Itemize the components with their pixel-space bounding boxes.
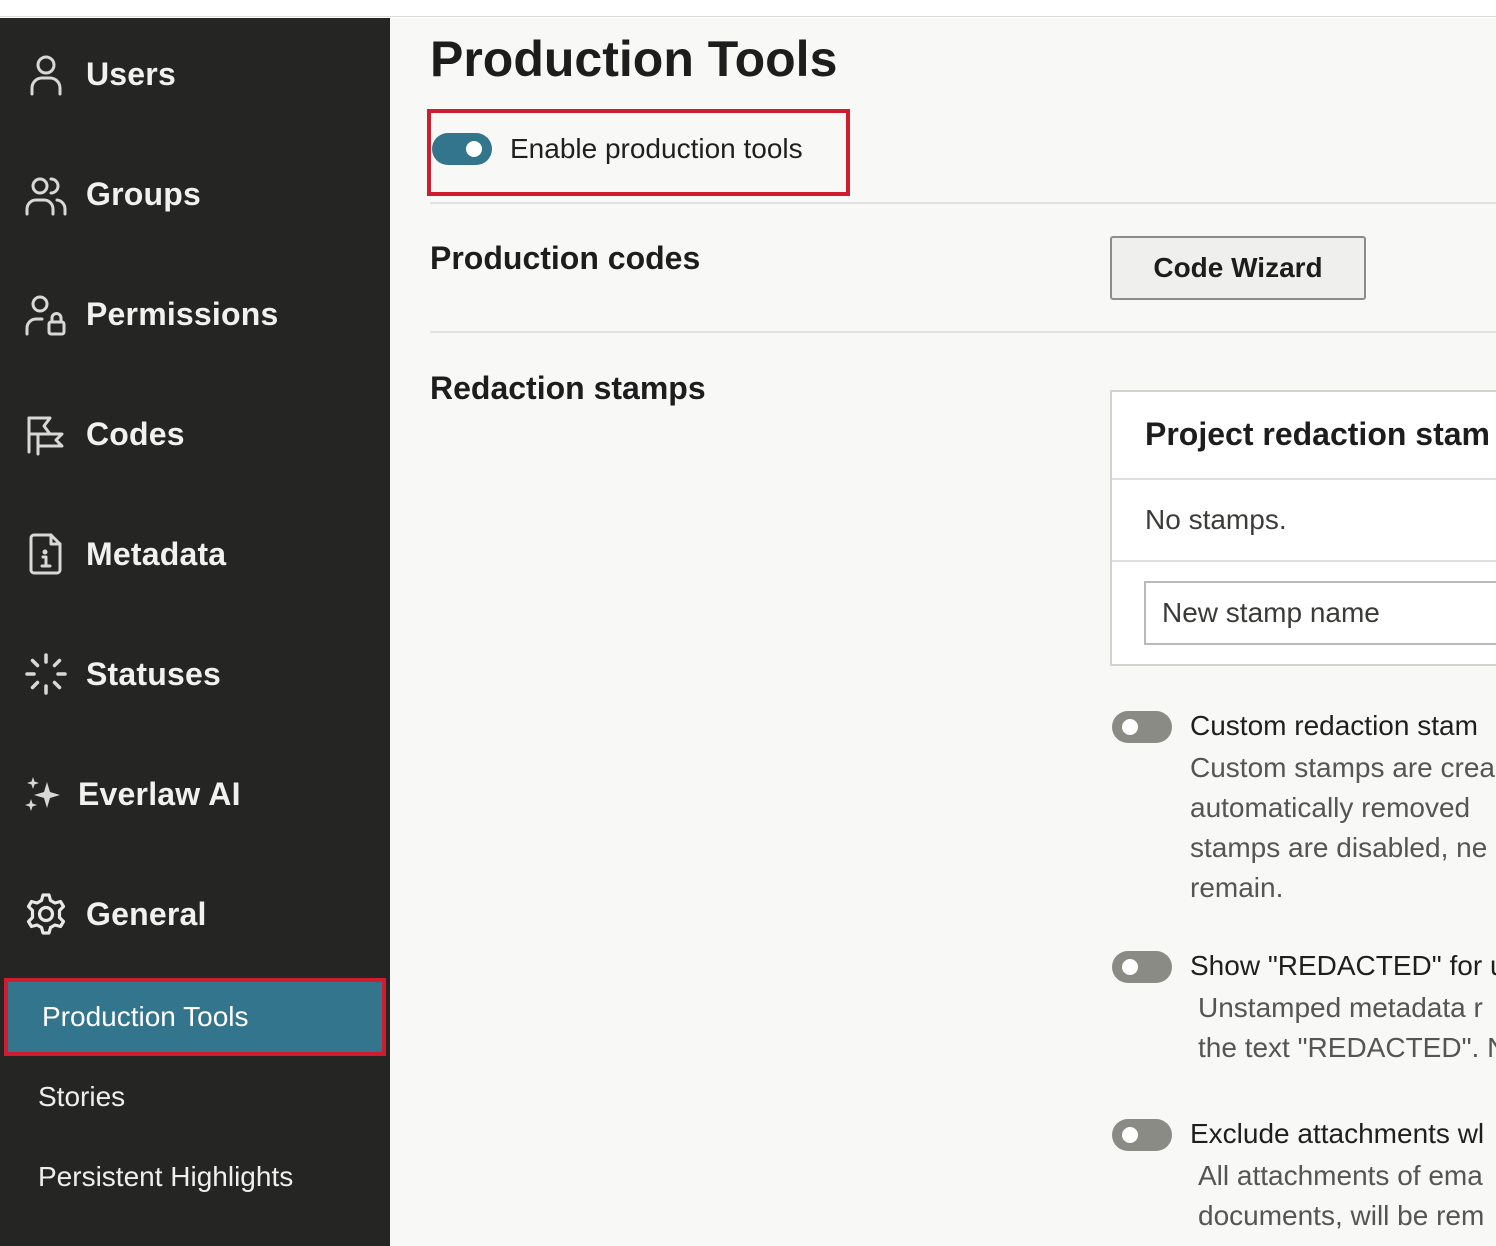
sidebar-item-metadata[interactable]: Metadata <box>0 514 390 594</box>
sidebar-item-label: Permissions <box>86 295 279 332</box>
description-line: remain. <box>1190 872 1284 903</box>
sidebar-item-statuses[interactable]: Statuses <box>0 634 390 714</box>
sidebar-subitem-stories[interactable]: Stories <box>0 1057 390 1137</box>
file-info-icon <box>24 532 68 576</box>
sidebar-subitem-label: Stories <box>38 1081 126 1112</box>
loader-icon <box>24 652 68 696</box>
sidebar-item-label: Statuses <box>86 655 221 692</box>
users-icon <box>24 172 68 216</box>
show-redacted-label: Show "REDACTED" for u <box>1190 950 1496 981</box>
sidebar-item-permissions[interactable]: Permissions <box>0 274 390 354</box>
description-line: the text "REDACTED". N <box>1198 1032 1496 1063</box>
sidebar-item-groups[interactable]: Groups <box>0 154 390 234</box>
redaction-stamps-label: Redaction stamps <box>430 370 706 406</box>
sidebar-item-label: Codes <box>86 415 185 452</box>
description-line: All attachments of ema <box>1198 1160 1483 1191</box>
show-redacted-toggle[interactable] <box>1112 951 1172 983</box>
custom-redaction-stamps-label: Custom redaction stam <box>1190 710 1478 741</box>
enable-production-tools-label: Enable production tools <box>510 133 803 164</box>
sidebar-item-label: Everlaw AI <box>78 775 241 812</box>
project-redaction-stamps-panel: Project redaction stam No stamps. <box>1110 390 1496 666</box>
show-redacted-description: Unstamped metadata r the text "REDACTED"… <box>1198 988 1496 1068</box>
user-lock-icon <box>24 292 68 336</box>
toggle-knob <box>1122 1127 1138 1143</box>
divider <box>1112 560 1496 562</box>
description-line: stamps are disabled, ne <box>1190 832 1488 863</box>
top-bar <box>0 0 1496 17</box>
user-icon <box>24 52 68 96</box>
sparkle-icon <box>20 772 64 816</box>
toggle-knob <box>466 141 482 157</box>
codes-icon <box>24 412 68 456</box>
sidebar-item-codes[interactable]: Codes <box>0 394 390 474</box>
gear-icon <box>24 892 68 936</box>
sidebar-item-label: General <box>86 895 207 932</box>
sidebar-subitem-persistent-highlights[interactable]: Persistent Highlights <box>0 1137 390 1217</box>
divider <box>430 331 1496 333</box>
description-line: automatically removed <box>1190 792 1471 823</box>
sidebar: Users Groups Permissions Codes Metadata … <box>0 18 390 1246</box>
production-codes-label: Production codes <box>430 240 701 276</box>
main-content: Production Tools Enable production tools… <box>390 18 1496 1246</box>
sidebar-subitem-label: Persistent Highlights <box>38 1161 294 1192</box>
toggle-knob <box>1122 959 1138 975</box>
exclude-attachments-description: All attachments of ema documents, will b… <box>1198 1156 1484 1236</box>
new-stamp-name-input[interactable] <box>1144 581 1496 645</box>
sidebar-subitem-label: Production Tools <box>42 1001 249 1032</box>
page-title: Production Tools <box>430 31 838 87</box>
enable-production-tools-toggle[interactable] <box>432 133 492 165</box>
exclude-attachments-toggle[interactable] <box>1112 1119 1172 1151</box>
toggle-knob <box>1122 719 1138 735</box>
sidebar-subitem-production-tools[interactable]: Production Tools <box>4 978 386 1056</box>
exclude-attachments-label: Exclude attachments wl <box>1190 1118 1485 1149</box>
sidebar-item-label: Metadata <box>86 535 227 572</box>
description-line: documents, will be rem <box>1198 1200 1485 1231</box>
custom-redaction-stamps-toggle[interactable] <box>1112 711 1172 743</box>
code-wizard-button[interactable]: Code Wizard <box>1110 236 1366 300</box>
sidebar-item-label: Groups <box>86 175 201 212</box>
description-line: Custom stamps are crea <box>1190 752 1495 783</box>
panel-title: Project redaction stam <box>1145 416 1490 452</box>
sidebar-item-label: Users <box>86 55 176 92</box>
sidebar-item-everlaw-ai[interactable]: Everlaw AI <box>0 754 390 834</box>
custom-redaction-stamps-description: Custom stamps are crea automatically rem… <box>1190 748 1495 908</box>
sidebar-item-users[interactable]: Users <box>0 34 390 114</box>
divider <box>430 202 1496 204</box>
sidebar-item-general[interactable]: General <box>0 874 390 954</box>
empty-state-text: No stamps. <box>1145 504 1287 535</box>
description-line: Unstamped metadata r <box>1198 992 1483 1023</box>
divider <box>1112 478 1496 480</box>
